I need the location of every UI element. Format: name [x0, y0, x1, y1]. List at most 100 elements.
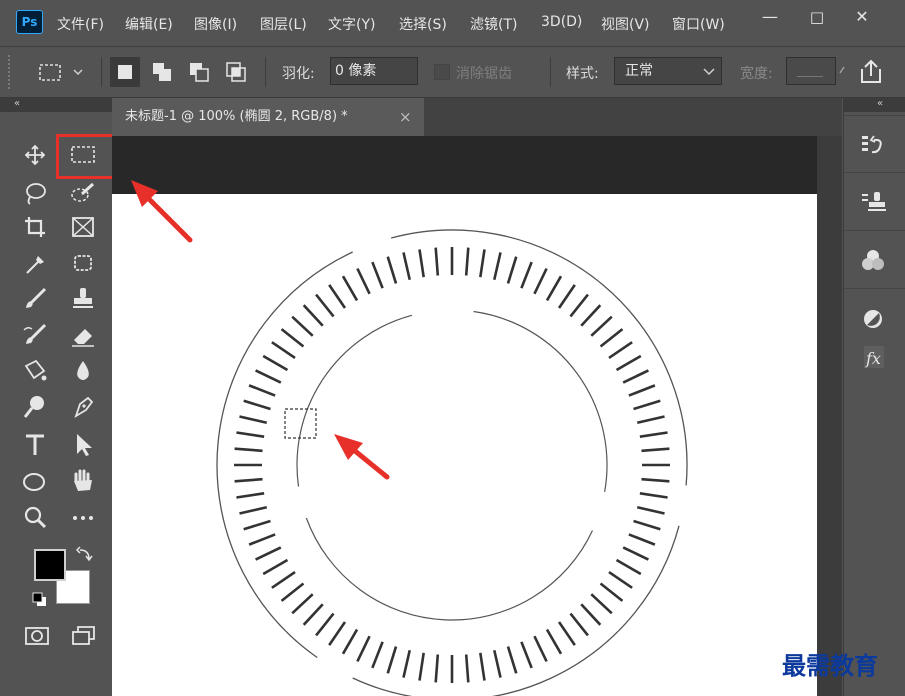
photoshop-logo: Ps — [16, 10, 43, 34]
swap-icon[interactable] — [838, 65, 846, 75]
document-tab-bar: 未标题-1 @ 100% (椭圆 2, RGB/8) * × — [112, 98, 842, 136]
antialias-label: 消除锯齿 — [456, 66, 512, 82]
quick-selection-icon — [71, 182, 95, 202]
subtract-selection-icon — [190, 63, 209, 82]
hand-icon — [74, 469, 92, 491]
new-selection-icon — [118, 65, 132, 79]
move-tool[interactable] — [18, 140, 52, 170]
menu-file[interactable]: 文件(F) — [57, 14, 104, 34]
clone-stamp-tool[interactable] — [66, 284, 100, 314]
dodge-tool[interactable] — [18, 392, 52, 422]
stamp-icon — [73, 288, 93, 308]
history-icon — [862, 135, 882, 154]
document-tab-title: 未标题-1 @ 100% (椭圆 2, RGB/8) * — [125, 109, 348, 124]
spot-healing-tool[interactable] — [66, 248, 100, 278]
move-icon — [24, 144, 46, 166]
more-tools-button[interactable] — [66, 502, 100, 532]
history-panel-button[interactable] — [858, 130, 888, 160]
menu-type[interactable]: 文字(Y) — [328, 14, 375, 34]
document-tab[interactable]: 未标题-1 @ 100% (椭圆 2, RGB/8) * × — [112, 98, 424, 136]
type-tool[interactable] — [18, 430, 52, 460]
chevron-down-icon — [703, 68, 715, 76]
lasso-tool[interactable] — [18, 178, 52, 208]
menu-window[interactable]: 窗口(W) — [672, 14, 725, 34]
ellipse-icon — [23, 473, 45, 491]
foreground-color-swatch[interactable] — [34, 549, 66, 581]
menu-layer[interactable]: 图层(L) — [260, 14, 307, 34]
drop-icon — [77, 361, 89, 380]
collapse-panels-icon[interactable]: « — [877, 98, 883, 109]
default-colors-icon[interactable] — [32, 592, 48, 608]
close-tab-icon[interactable]: × — [399, 98, 412, 136]
tools-panel — [0, 112, 116, 696]
styles-panel-button[interactable]: fx — [858, 342, 888, 372]
ellipse-tool[interactable] — [18, 466, 52, 496]
close-button[interactable]: ✕ — [840, 0, 884, 34]
toolbar-header: « — [0, 98, 112, 112]
menu-3d[interactable]: 3D(D) — [541, 14, 582, 30]
menu-filter[interactable]: 滤镜(T) — [470, 14, 517, 34]
adjustments-panel-button[interactable] — [858, 304, 888, 334]
share-button[interactable] — [854, 57, 888, 87]
add-to-selection-button[interactable] — [147, 57, 177, 87]
clone-source-icon — [862, 192, 886, 211]
tool-preset-picker[interactable] — [36, 60, 92, 86]
type-icon — [26, 434, 44, 455]
blur-tool[interactable] — [66, 356, 100, 386]
maximize-button[interactable]: □ — [795, 0, 839, 34]
clone-source-panel-button[interactable] — [858, 188, 888, 218]
panel-header: « — [843, 98, 905, 112]
grip-handle[interactable] — [8, 55, 13, 89]
crop-tool[interactable] — [18, 212, 52, 242]
marquee-preset-icon — [39, 64, 83, 81]
quick-selection-tool[interactable] — [66, 178, 100, 208]
menu-select[interactable]: 选择(S) — [399, 14, 447, 34]
subtract-from-selection-button[interactable] — [184, 57, 214, 87]
frame-icon — [72, 217, 94, 237]
add-selection-icon — [153, 63, 171, 81]
zoom-icon — [24, 506, 47, 529]
path-selection-tool[interactable] — [66, 430, 100, 460]
crop-icon — [25, 217, 45, 237]
gradient-tool[interactable] — [18, 356, 52, 386]
hand-tool[interactable] — [66, 466, 100, 496]
swap-colors-icon[interactable] — [76, 546, 94, 564]
vertical-scrollbar[interactable] — [817, 136, 842, 696]
brush-icon — [26, 287, 47, 308]
watermark-text: 最需教育 — [782, 651, 878, 680]
feather-input[interactable]: 0 像素 — [330, 57, 418, 85]
screen-mode-icon — [72, 626, 95, 645]
style-select-value: 正常 — [625, 63, 653, 79]
quick-mask-button[interactable] — [20, 620, 54, 650]
marquee-tool-highlight — [56, 134, 116, 179]
minimize-button[interactable]: — — [748, 0, 792, 34]
svg-text:fx: fx — [865, 349, 881, 368]
feather-label: 羽化: — [282, 66, 315, 82]
history-brush-icon — [23, 323, 47, 344]
pen-tool[interactable] — [66, 392, 100, 422]
style-label: 样式: — [566, 66, 599, 82]
intersect-selection-button[interactable] — [221, 57, 251, 87]
antialias-checkbox[interactable] — [434, 64, 450, 80]
canvas-area[interactable] — [112, 136, 817, 696]
brush-tool[interactable] — [18, 284, 52, 314]
eyedropper-tool[interactable] — [18, 248, 52, 278]
zoom-tool[interactable] — [18, 502, 52, 532]
frame-tool[interactable] — [66, 212, 100, 242]
screen-mode-button[interactable] — [66, 620, 100, 650]
history-brush-tool[interactable] — [18, 320, 52, 350]
channels-panel-button[interactable] — [858, 246, 888, 276]
menu-image[interactable]: 图像(I) — [194, 14, 237, 34]
style-select[interactable]: 正常 — [614, 57, 722, 85]
ellipsis-icon — [73, 516, 93, 520]
arrow-cursor-icon — [77, 434, 92, 456]
eraser-tool[interactable] — [66, 320, 100, 350]
menu-edit[interactable]: 编辑(E) — [125, 14, 173, 34]
width-input[interactable] — [786, 57, 836, 85]
healing-icon — [74, 255, 92, 271]
quick-mask-icon — [25, 627, 49, 645]
eyedropper-icon — [26, 256, 44, 274]
menu-view[interactable]: 视图(V) — [601, 14, 650, 34]
collapse-toolbar-icon[interactable]: « — [14, 98, 20, 109]
new-selection-button[interactable] — [110, 57, 140, 87]
